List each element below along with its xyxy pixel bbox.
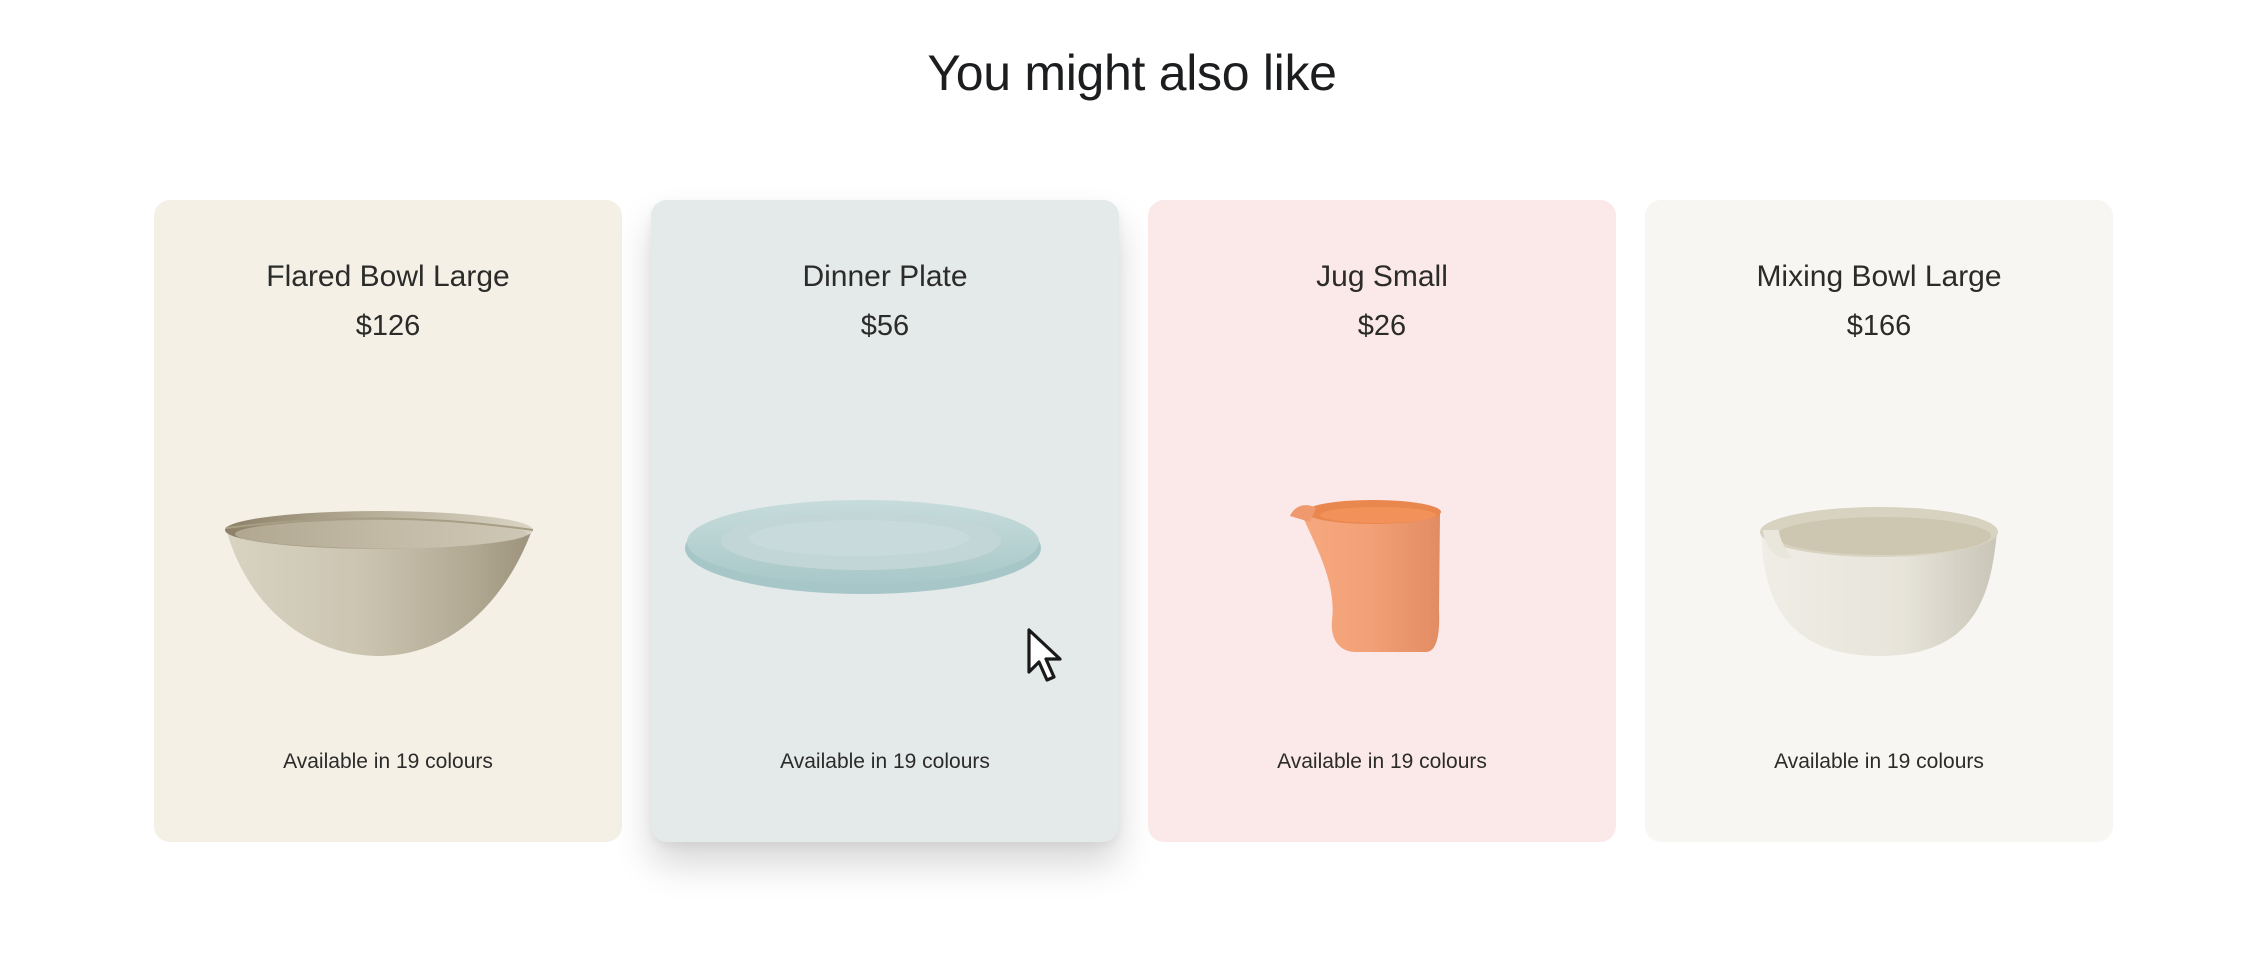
- product-price: $166: [1846, 310, 1912, 342]
- flared-bowl-image: [225, 511, 534, 656]
- product-availability: Available in 19 colours: [780, 750, 990, 773]
- product-card-jug-small[interactable]: Jug Small $26 Available in 19 colours: [1148, 200, 1616, 842]
- product-availability: Available in 19 colours: [1277, 750, 1487, 773]
- dinner-plate-image: [685, 500, 1041, 594]
- product-price: $126: [355, 310, 421, 342]
- product-card-flared-bowl-large[interactable]: Flared Bowl Large $126 Available in 19 c…: [154, 200, 622, 842]
- mouse-pointer-icon: [1027, 628, 1062, 682]
- section-title: You might also like: [927, 45, 1337, 101]
- product-name: Jug Small: [1316, 260, 1448, 293]
- product-name: Mixing Bowl Large: [1756, 260, 2002, 293]
- product-name: Dinner Plate: [802, 260, 968, 293]
- product-card-dinner-plate[interactable]: Dinner Plate $56 Available in 19 colours: [651, 200, 1119, 842]
- product-price: $56: [860, 310, 910, 342]
- product-card-mixing-bowl-large[interactable]: Mixing Bowl Large $166 Available in 19 c…: [1645, 200, 2113, 842]
- product-availability: Available in 19 colours: [1774, 750, 1984, 773]
- product-name: Flared Bowl Large: [266, 260, 510, 293]
- jug-image: [1290, 500, 1441, 652]
- product-carousel: Flared Bowl Large $126 Available in 19 c…: [154, 200, 2113, 842]
- mixing-bowl-image: [1760, 507, 1998, 656]
- product-availability: Available in 19 colours: [283, 750, 493, 773]
- product-price: $26: [1357, 310, 1407, 342]
